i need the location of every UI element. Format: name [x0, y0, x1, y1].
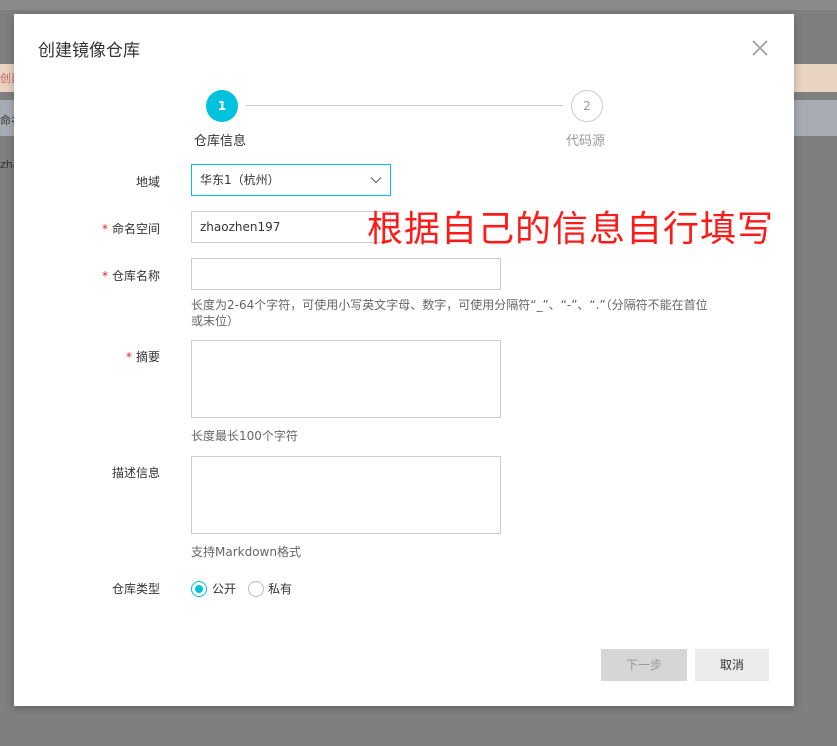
region-label: 地域: [135, 175, 160, 189]
background-topbar: [0, 0, 837, 10]
background-text: 命名: [0, 114, 14, 127]
repo-name-label: * 仓库名称: [101, 269, 160, 283]
step-1-label: 仓库信息: [194, 134, 247, 149]
namespace-label: * 命名空间: [101, 222, 160, 236]
close-icon[interactable]: [750, 38, 770, 58]
create-repo-dialog: 创建镜像仓库 1 2 仓库信息 代码源 地域 华东1（杭州） *命名空间 根据自…: [14, 14, 794, 706]
annotation-text: 根据自己的信息自行填写: [367, 209, 775, 250]
background-notice-bar-right: [794, 64, 837, 92]
summary-textarea[interactable]: [191, 340, 501, 418]
step-connector: [246, 105, 563, 106]
background-text: zha: [0, 158, 14, 171]
repo-type-public-radio[interactable]: [191, 581, 207, 597]
region-select-value: 华东1（杭州）: [200, 173, 280, 187]
summary-hint: 长度最长100个字符: [191, 429, 298, 443]
required-marker: *: [101, 222, 108, 236]
background-text: 创建: [0, 72, 14, 85]
summary-label: * 摘要: [125, 350, 160, 364]
dialog-title: 创建镜像仓库: [38, 41, 140, 61]
required-marker: *: [125, 350, 132, 364]
next-step-button[interactable]: 下一步: [601, 649, 687, 681]
step-2-indicator: 2: [571, 90, 603, 122]
description-hint: 支持Markdown格式: [191, 545, 301, 559]
background-table-header-right: [794, 100, 837, 136]
repo-type-label: 仓库类型: [111, 582, 160, 596]
step-2-label: 代码源: [566, 134, 606, 149]
repo-name-input[interactable]: [191, 258, 501, 290]
repo-type-public-label[interactable]: 公开: [212, 580, 236, 597]
description-label: 描述信息: [111, 466, 160, 480]
repo-type-private-label[interactable]: 私有: [268, 580, 292, 597]
repo-type-private-radio[interactable]: [248, 581, 264, 597]
description-textarea[interactable]: [191, 456, 501, 534]
step-1-indicator: 1: [206, 90, 238, 122]
chevron-down-icon: [370, 177, 382, 184]
required-marker: *: [101, 269, 108, 283]
namespace-input[interactable]: [191, 211, 391, 243]
region-select[interactable]: 华东1（杭州）: [191, 164, 391, 196]
cancel-button[interactable]: 取消: [695, 649, 769, 681]
repo-name-hint: 长度为2-64个字符，可使用小写英文字母、数字，可使用分隔符“_”、“-”、“.…: [191, 298, 708, 328]
